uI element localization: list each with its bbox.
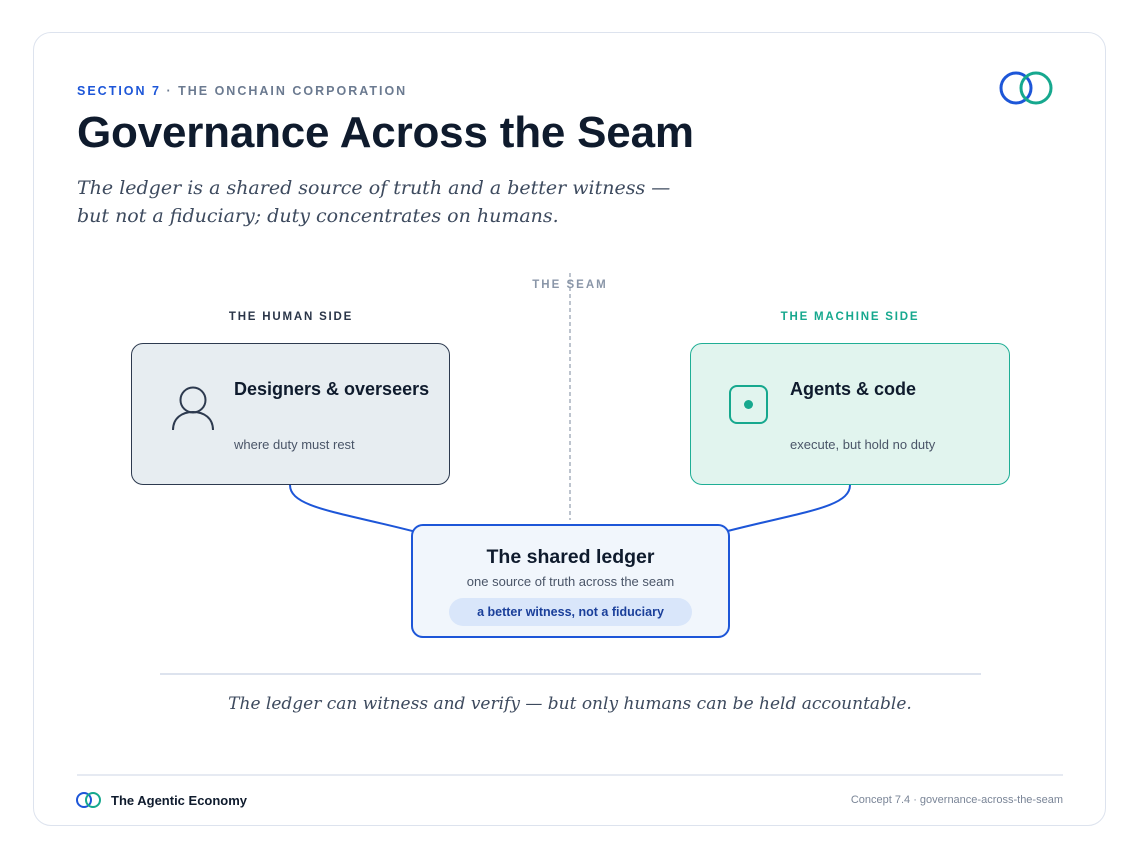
chip-icon	[729, 385, 768, 424]
machine-box-subtitle: execute, but hold no duty	[790, 437, 936, 452]
human-box-title: Designers & overseers	[234, 379, 430, 399]
connector-machine-to-ledger	[719, 484, 851, 534]
footer-divider	[77, 774, 1063, 776]
ledger-pill-badge: a better witness, not a fiduciary	[449, 598, 692, 626]
ledger-box: The shared ledger one source of truth ac…	[411, 524, 730, 638]
machine-box: Agents & code execute, but hold no duty	[690, 343, 1010, 485]
ledger-title: The shared ledger	[486, 546, 655, 568]
ledger-subtitle: one source of truth across the seam	[466, 574, 675, 589]
closing-quote: The ledger can witness and verify — but …	[228, 694, 912, 714]
person-icon	[172, 386, 214, 431]
connector-human-to-ledger	[289, 484, 421, 534]
footer-logo-icon	[76, 792, 101, 808]
human-box-subtitle: where duty must rest	[234, 437, 355, 452]
footer-brand: The Agentic Economy	[111, 793, 248, 808]
divider	[160, 673, 981, 675]
seam-label: THE SEAM	[532, 279, 608, 291]
human-box: Designers & overseers where duty must re…	[131, 343, 450, 485]
machine-side-label: THE MACHINE SIDE	[780, 311, 920, 323]
machine-box-title: Agents & code	[790, 379, 917, 399]
footer-meta: Concept 7.4 · governance-across-the-seam	[850, 794, 1063, 806]
human-side-label: THE HUMAN SIDE	[228, 311, 354, 323]
